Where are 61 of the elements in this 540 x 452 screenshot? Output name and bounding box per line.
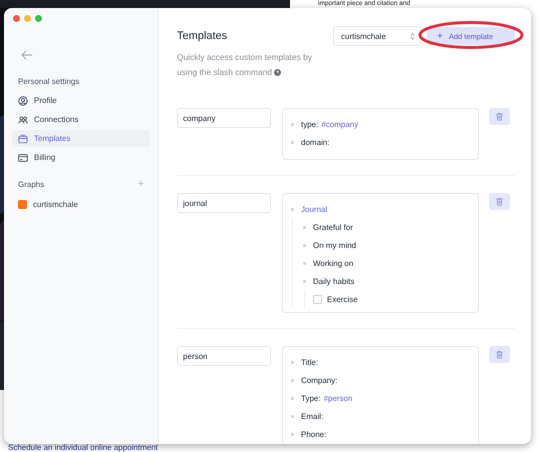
help-icon[interactable] — [274, 69, 282, 76]
template-icon — [18, 134, 28, 144]
block-text: Type: — [301, 394, 321, 402]
block-text: domain: — [301, 138, 330, 146]
bullet-icon — [303, 262, 306, 264]
tag-link[interactable]: #company — [321, 120, 358, 128]
back-arrow-icon[interactable] — [21, 50, 33, 60]
block-text: Phone: — [301, 430, 326, 438]
bullet-icon — [291, 360, 294, 364]
close-button[interactable] — [13, 15, 20, 22]
template-editor[interactable]: Journal Grateful for On my mind Working on Daily habits Exercise — [282, 193, 479, 313]
bullet-icon — [303, 244, 306, 246]
template-name-field[interactable]: journal — [177, 193, 271, 213]
bullet-icon — [291, 414, 294, 418]
chevron-icon — [410, 32, 415, 40]
bullet-icon — [303, 226, 306, 228]
template-editor[interactable]: type: #company domain: — [282, 108, 479, 160]
trash-icon — [495, 197, 504, 206]
template-name-field[interactable]: company — [177, 108, 271, 128]
bullet-icon — [291, 208, 294, 210]
tag-link[interactable]: #person — [324, 394, 352, 402]
block-text: On my mind — [313, 240, 356, 250]
template-name-field[interactable]: person — [177, 346, 271, 366]
description-text: Quickly access custom templates by using the slash command — [177, 51, 313, 79]
trash-icon — [495, 350, 504, 359]
bullet-icon — [291, 140, 294, 144]
block-text: Title: — [301, 358, 318, 366]
trash-icon — [495, 112, 504, 121]
bullet-icon — [291, 396, 294, 400]
block-text: Email: — [301, 412, 324, 420]
person-icon — [18, 96, 28, 106]
sidebar-item[interactable]: Templates — [12, 130, 150, 147]
block-text: Daily habits — [313, 276, 354, 286]
bullet-icon — [291, 378, 294, 382]
block-text: Exercise — [327, 294, 358, 304]
block-text: Grateful for — [313, 222, 354, 232]
sidebar-item[interactable]: Billing — [12, 149, 150, 166]
sidebar-item[interactable]: Connections — [12, 111, 150, 128]
section-title: Graphs — [18, 180, 44, 188]
block-text: Working on — [313, 258, 354, 268]
zoom-button[interactable] — [35, 15, 42, 22]
bullet-icon — [291, 432, 294, 436]
block-text: Journal — [301, 204, 328, 214]
people-icon — [18, 114, 28, 124]
bullet-icon — [291, 122, 294, 126]
delete-button[interactable] — [489, 108, 510, 125]
card-icon — [18, 152, 28, 162]
block-text: type: — [301, 120, 318, 128]
delete-button[interactable] — [489, 346, 510, 363]
checkbox[interactable] — [313, 294, 322, 304]
block-text: Company: — [301, 376, 338, 384]
template-editor[interactable]: Title: Company: Type: #person Email: Phone: — [282, 346, 479, 444]
page-title: Templates — [177, 30, 228, 42]
section-title: Personal settings — [18, 77, 80, 86]
sidebar-item[interactable]: Profile — [12, 92, 150, 109]
graph-item[interactable]: curtismchale — [12, 196, 150, 213]
bullet-icon — [303, 280, 306, 282]
appointment-link[interactable]: Schedule an individual online appointment — [8, 443, 158, 452]
minimize-button[interactable] — [24, 15, 31, 22]
graph-select[interactable]: curtismchale — [333, 26, 421, 46]
delete-button[interactable] — [489, 193, 510, 210]
